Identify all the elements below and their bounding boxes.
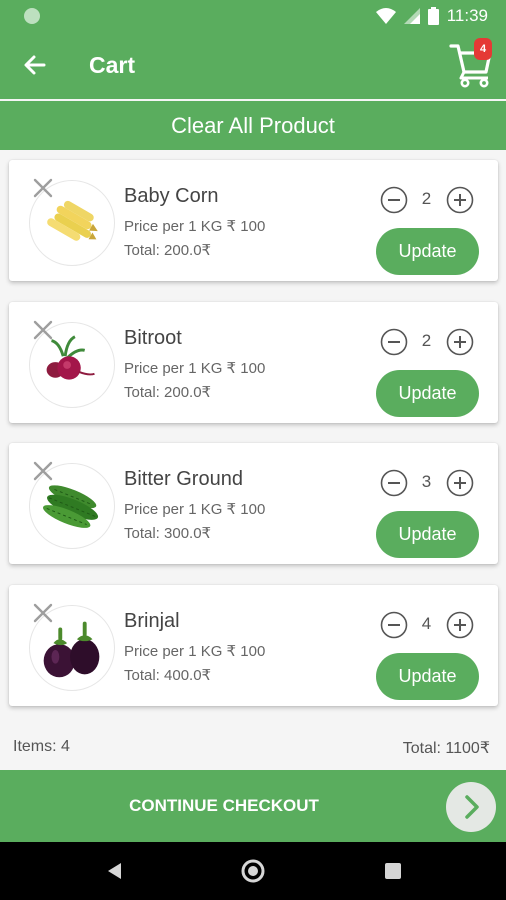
close-icon[interactable] [31,176,55,200]
close-icon[interactable] [31,601,55,625]
continue-checkout-button[interactable]: CONTINUE CHECKOUT [0,770,506,842]
update-button[interactable]: Update [376,228,479,275]
status-bar: 11:39 [0,0,506,32]
cart-item: Baby Corn Price per 1 KG ₹ 100 Total: 20… [9,160,498,281]
plus-circle-icon[interactable] [446,186,474,214]
back-arrow-icon[interactable] [20,50,50,80]
minus-circle-icon[interactable] [380,186,408,214]
plus-circle-icon[interactable] [446,328,474,356]
close-icon[interactable] [31,459,55,483]
update-button[interactable]: Update [376,511,479,558]
product-total: Total: 200.0₹ [124,242,212,259]
close-icon[interactable] [31,318,55,342]
minus-circle-icon[interactable] [380,469,408,497]
status-icons: 11:39 [375,6,488,26]
page-title: Cart [89,52,136,78]
cart-item: Bitroot Price per 1 KG ₹ 100 Total: 200.… [9,302,498,423]
product-price: Price per 1 KG ₹ 100 [124,643,266,660]
product-price: Price per 1 KG ₹ 100 [124,501,266,518]
quantity-value: 2 [421,331,432,350]
update-button[interactable]: Update [376,370,479,417]
battery-icon [427,7,439,25]
plus-circle-icon[interactable] [446,469,474,497]
product-price: Price per 1 KG ₹ 100 [124,360,266,377]
product-total: Total: 200.0₹ [124,384,212,401]
quantity-value: 2 [421,189,432,208]
notification-dot-icon [24,8,40,24]
quantity-value: 3 [421,472,432,491]
quantity-value: 4 [421,614,432,633]
app-bar: Cart 4 [0,32,506,99]
cart-item: Bitter Ground Price per 1 KG ₹ 100 Total… [9,443,498,564]
product-price: Price per 1 KG ₹ 100 [124,218,266,235]
checkout-label: CONTINUE CHECKOUT [129,796,319,815]
product-total: Total: 400.0₹ [124,667,212,684]
product-total: Total: 300.0₹ [124,525,212,542]
minus-circle-icon[interactable] [380,328,408,356]
cart-item: Brinjal Price per 1 KG ₹ 100 Total: 400.… [9,585,498,706]
product-name: Baby Corn [124,185,219,207]
update-button[interactable]: Update [376,653,479,700]
product-name: Bitroot [124,327,182,349]
product-name: Brinjal [124,610,180,632]
cart-count-badge: 4 [474,38,492,60]
minus-circle-icon[interactable] [380,611,408,639]
items-count: Items: 4 [13,738,70,755]
product-name: Bitter Ground [124,468,243,490]
nav-back-icon[interactable] [105,861,123,881]
chevron-right-icon[interactable] [446,782,496,832]
wifi-icon [375,8,396,24]
nav-home-icon[interactable] [241,859,265,883]
signal-icon [403,8,420,24]
system-nav-bar [0,842,506,900]
status-time: 11:39 [446,6,488,25]
clear-all-button[interactable]: Clear All Product [0,101,506,150]
plus-circle-icon[interactable] [446,611,474,639]
nav-recent-apps-icon[interactable] [385,863,401,879]
cart-total: Total: 1100₹ [402,740,490,757]
